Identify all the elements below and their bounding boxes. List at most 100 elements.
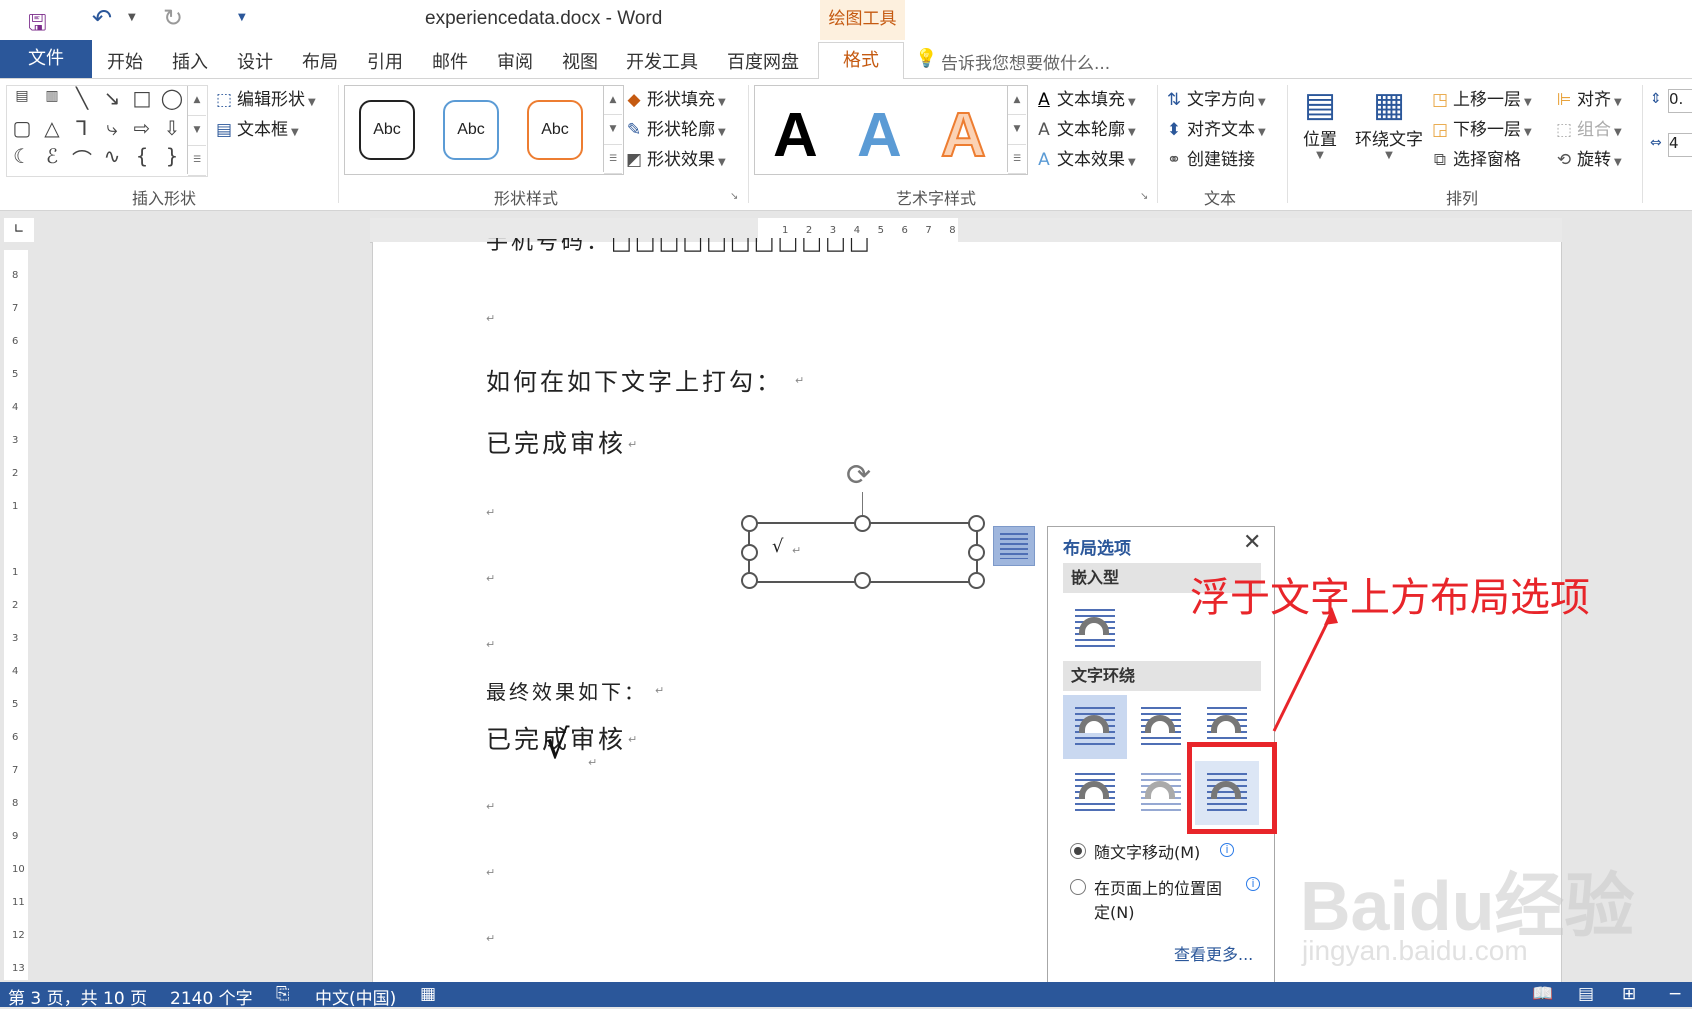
scribble-shape-icon[interactable]: ℰ [39,144,65,168]
align-button[interactable]: ⊫ 对齐 ▼ [1554,85,1622,110]
resize-handle-right[interactable] [968,544,985,561]
save-icon[interactable]: 🖫 [28,6,47,44]
group-button[interactable]: ⬚ 组合 ▼ [1554,115,1622,140]
elbow-connector-shape-icon[interactable]: ⅂ [69,116,95,140]
rotate-button[interactable]: ⟲ 旋转 ▼ [1554,145,1622,170]
tab-selector[interactable]: ∟ [4,218,34,242]
position-button[interactable]: ▤ 位置 ▼ [1300,85,1340,161]
resize-handle-top-right[interactable] [968,515,985,532]
rounded-rect-shape-icon[interactable]: ▢ [9,116,35,140]
info-icon[interactable]: i [1246,877,1260,891]
resize-handle-top-left[interactable] [741,515,758,532]
move-with-text-label[interactable]: 随文字移动(M) [1094,839,1200,863]
shape-styles-scroll[interactable]: ▲ ▼ ☰ [603,86,622,175]
move-with-text-radio[interactable] [1070,843,1086,859]
text-effects-button[interactable]: A 文本效果 ▼ [1034,145,1136,170]
textbox-shape-icon[interactable]: ▤ [9,88,35,104]
curve-shape-icon[interactable]: ∿ [99,144,125,168]
shape-outline-button[interactable]: ✎ 形状轮廓 ▼ [624,115,726,140]
shape-height-input[interactable]: 0. [1668,89,1692,113]
tab-file[interactable]: 文件 [0,40,92,78]
create-link-button[interactable]: ⚭ 创建链接 [1164,145,1255,170]
word-count[interactable]: 2140 个字 [170,984,253,1009]
vertical-ruler[interactable]: 8 7 6 5 4 3 2 1 1 2 3 4 5 6 7 8 9 10 11 12 13 [4,250,28,980]
shape-style-blue[interactable]: Abc [443,100,499,160]
page-indicator[interactable]: 第 3 页，共 10 页 [8,984,147,1009]
wrap-tight-option[interactable] [1129,695,1193,759]
shapes-gallery-scroll[interactable]: ▲ ▼ ☰ [187,86,206,177]
wordart-scroll[interactable]: ▲ ▼ ☰ [1007,86,1026,175]
tab-format[interactable]: 格式 [818,42,904,80]
text-fill-button[interactable]: A 文本填充 ▼ [1034,85,1136,110]
tab-home[interactable]: 开始 [107,48,143,74]
language-indicator[interactable]: 中文(中国) [315,984,396,1009]
right-arrow-shape-icon[interactable]: ⇨ [129,116,155,140]
resize-handle-bottom-left[interactable] [741,572,758,589]
tab-layout[interactable]: 布局 [302,48,338,74]
resize-handle-bottom[interactable] [854,572,871,589]
tab-design[interactable]: 设计 [237,48,273,74]
wordart-gallery[interactable]: A A A ▲ ▼ ☰ [754,85,1028,175]
line-shape-icon[interactable]: ╲ [69,86,95,110]
redo-icon[interactable]: ↻ [163,4,183,32]
send-backward-button[interactable]: ◲ 下移一层 ▼ [1430,115,1532,140]
wrap-behind-text-option[interactable] [1129,761,1193,825]
down-arrow-shape-icon[interactable]: ⇩ [159,116,185,140]
edit-shape-button[interactable]: ⬚ 编辑形状 ▼ [214,85,316,110]
undo-dropdown-icon[interactable]: ▼ [128,12,136,23]
print-layout-icon[interactable]: ▤ [1578,984,1594,1004]
fix-position-label-line2[interactable]: 定(N) [1094,899,1134,923]
resize-handle-top[interactable] [854,515,871,532]
tab-review[interactable]: 审阅 [497,48,533,74]
customize-qat-icon[interactable]: ▼ [238,12,246,23]
macro-icon[interactable]: ▦ [420,984,436,1004]
shape-style-black[interactable]: Abc [359,100,415,160]
fix-position-radio[interactable] [1070,879,1086,895]
resize-handle-left[interactable] [741,544,758,561]
shape-styles-gallery[interactable]: Abc Abc Abc ▲ ▼ ☰ [344,85,624,175]
close-icon[interactable]: ✕ [1243,530,1261,555]
right-brace-shape-icon[interactable]: } [159,144,185,168]
undo-icon[interactable]: ↶ [92,4,112,32]
read-mode-icon[interactable]: 📖 [1532,984,1553,1004]
wrap-top-bottom-option[interactable] [1063,761,1127,825]
freeform-shape-icon[interactable]: ☾ [9,144,35,168]
proofing-icon[interactable]: ⎘ [276,984,290,1004]
rectangle-shape-icon[interactable]: □ [129,86,155,110]
wordart-orange[interactable]: A [940,100,987,171]
oval-shape-icon[interactable]: ◯ [159,86,185,110]
shape-effects-button[interactable]: ◩ 形状效果 ▼ [624,145,726,170]
text-direction-button[interactable]: ⇅ 文字方向 ▼ [1164,85,1266,110]
textbox-button[interactable]: ▤ 文本框 ▼ [214,115,299,140]
vertical-textbox-shape-icon[interactable]: ▥ [39,88,65,104]
text-outline-button[interactable]: A 文本轮廓 ▼ [1034,115,1136,140]
arc-shape-icon[interactable]: ⌒ [69,144,95,173]
see-more-link[interactable]: 查看更多... [1174,941,1253,965]
tab-view[interactable]: 视图 [562,48,598,74]
tell-me-search[interactable]: 告诉我您想要做什么... [941,49,1110,74]
wordart-blue[interactable]: A [857,100,902,171]
web-layout-icon[interactable]: ⊞ [1622,984,1636,1004]
layout-options-button[interactable] [993,526,1035,566]
triangle-shape-icon[interactable]: △ [39,116,65,140]
elbow-arrow-shape-icon[interactable]: ⤷ [99,116,125,140]
wrap-text-button[interactable]: ▦ 环绕文字 ▼ [1352,85,1426,161]
tab-developer[interactable]: 开发工具 [626,48,698,74]
tab-references[interactable]: 引用 [367,48,403,74]
wordart-launcher-icon[interactable]: ↘ [1140,191,1148,202]
wrap-inline-option[interactable] [1063,597,1127,661]
tab-mailings[interactable]: 邮件 [432,48,468,74]
rotate-handle-icon[interactable]: ⟳ [846,458,871,493]
selection-pane-button[interactable]: ⧉ 选择窗格 [1430,145,1521,170]
resize-handle-bottom-right[interactable] [968,572,985,589]
tab-insert[interactable]: 插入 [172,48,208,74]
shape-styles-launcher-icon[interactable]: ↘ [730,191,738,202]
align-text-button[interactable]: ⬍ 对齐文本 ▼ [1164,115,1266,140]
shape-width-input[interactable]: 4 [1668,133,1692,157]
shape-style-orange[interactable]: Abc [527,100,583,160]
zoom-out-icon[interactable]: − [1668,984,1682,1004]
shapes-gallery[interactable]: ▤ ▥ ╲ ↘ □ ◯ ▢ △ ⅂ ⤷ ⇨ ⇩ ☾ ℰ ⌒ ∿ { } ▲ ▼ ☰ [6,85,208,177]
info-icon[interactable]: i [1220,843,1234,857]
left-brace-shape-icon[interactable]: { [129,144,155,168]
arrow-line-shape-icon[interactable]: ↘ [99,86,125,110]
